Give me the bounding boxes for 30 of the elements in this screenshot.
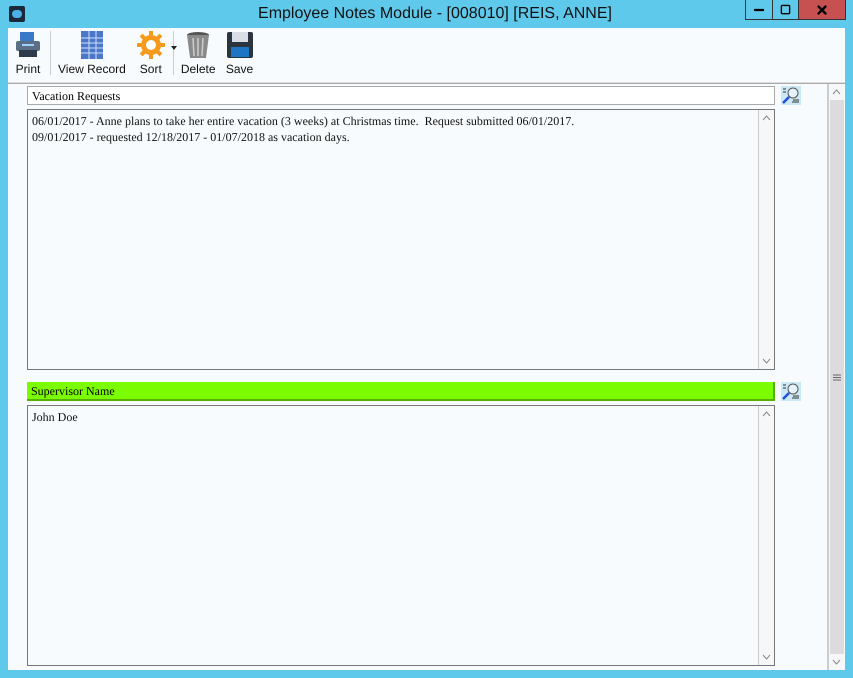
scroll-down-icon[interactable] — [762, 358, 771, 364]
search-icon[interactable] — [781, 86, 801, 105]
scroll-up-icon[interactable] — [832, 89, 841, 95]
printer-icon — [13, 30, 43, 60]
scroll-up-icon[interactable] — [762, 411, 771, 417]
search-icon[interactable] — [781, 382, 801, 401]
close-button[interactable] — [799, 0, 845, 19]
scrollbar[interactable] — [758, 406, 774, 665]
toolbar-button[interactable]: Save — [222, 30, 256, 78]
grip-icon[interactable] — [832, 374, 840, 380]
note-line: John Doe — [32, 409, 79, 425]
toolbar-button[interactable]: Print — [10, 30, 46, 78]
scroll-down-icon[interactable] — [762, 654, 771, 660]
maximize-icon[interactable] — [780, 4, 791, 15]
trash-icon — [185, 30, 212, 60]
dropdown-caret-icon[interactable] — [170, 46, 177, 50]
note-line: 06/01/2017 - Anne plans to take her entire vacation (3 weeks) at Christmas time. Request submitted 06/01/2017. — [32, 113, 576, 129]
scrollbar[interactable] — [758, 110, 774, 369]
toolbar-button[interactable]: Delete — [178, 30, 218, 78]
section-label-field: Supervisor Name — [27, 382, 775, 401]
scroll-up-icon[interactable] — [762, 115, 771, 121]
app-icon — [9, 6, 25, 22]
window-title: Employee Notes Module - [008010] [REIS, ANNE] — [258, 4, 612, 24]
scrollbar[interactable] — [828, 84, 844, 670]
scroll-down-icon[interactable] — [832, 659, 841, 665]
note-line: 09/01/2017 - requested 12/18/2017 - 01/07/2018 as vacation days. — [32, 129, 351, 145]
toolbar-button[interactable]: Sort — [132, 30, 169, 78]
section-label-field: Vacation Requests — [27, 86, 775, 105]
close-icon[interactable] — [815, 2, 829, 16]
toolbar-button[interactable]: View Record — [55, 30, 129, 78]
